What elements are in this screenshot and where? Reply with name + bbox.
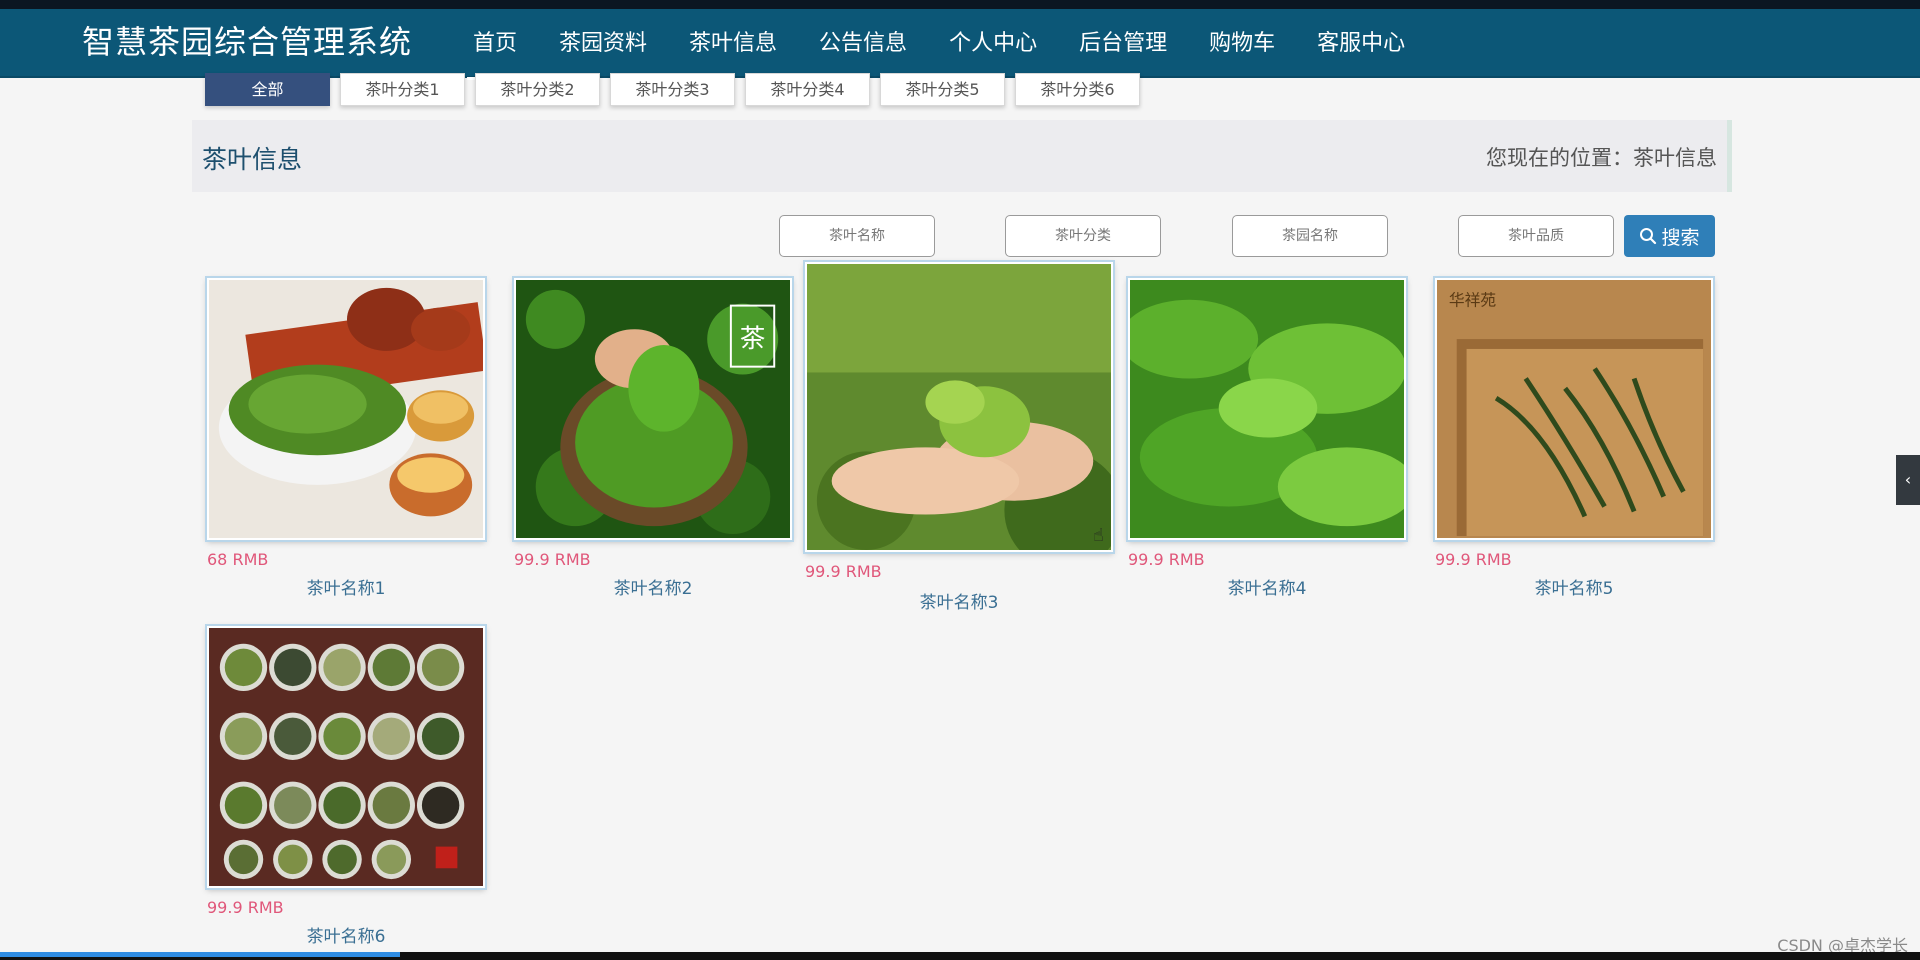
product-price: 99.9 RMB [805,562,882,581]
product-name[interactable]: 茶叶名称3 [805,588,1113,613]
product-name[interactable]: 茶叶名称4 [1128,574,1406,599]
product-price: 99.9 RMB [207,898,284,917]
top-strip [0,0,1920,9]
product-price: 68 RMB [207,550,269,569]
category-4-button[interactable]: 茶叶分类4 [745,73,870,106]
product-price: 99.9 RMB [1435,550,1512,569]
nav-customer-service[interactable]: 客服中心 [1296,9,1426,78]
nav-cart[interactable]: 购物车 [1188,9,1296,78]
product-card: 华祥苑 99.9 RMB 茶叶名称5 [1435,278,1715,599]
category-3-button[interactable]: 茶叶分类3 [610,73,735,106]
tea-garden-input[interactable] [1232,215,1388,257]
product-card: 99.9 RMB 茶叶名称4 [1128,278,1408,599]
category-all-button[interactable]: 全部 [205,73,330,106]
product-card: 68 RMB 茶叶名称1 [207,278,487,599]
nav-home[interactable]: 首页 [452,9,538,80]
product-name[interactable]: 茶叶名称6 [207,922,485,947]
product-price: 99.9 RMB [514,550,591,569]
tea-name-input[interactable] [779,215,935,257]
video-progress-bar[interactable] [0,952,400,957]
tea-category-input[interactable] [1005,215,1161,257]
nav-announcements[interactable]: 公告信息 [798,9,928,78]
search-button[interactable]: 搜索 [1624,215,1715,257]
product-image[interactable]: 茶 [514,278,792,540]
category-2-button[interactable]: 茶叶分类2 [475,73,600,106]
tea-quality-input[interactable] [1458,215,1614,257]
nav-admin[interactable]: 后台管理 [1058,9,1188,78]
product-image[interactable]: 华祥苑 [1435,278,1713,540]
category-1-button[interactable]: 茶叶分类1 [340,73,465,106]
search-icon [1640,228,1657,245]
tea-logo-badge: 茶 [740,324,766,354]
brand-title: 智慧茶园综合管理系统 [82,23,413,61]
category-6-button[interactable]: 茶叶分类6 [1015,73,1140,106]
product-name[interactable]: 茶叶名称5 [1435,574,1713,599]
product-image[interactable] [805,262,1113,552]
category-filter: 全部 茶叶分类1 茶叶分类2 茶叶分类3 茶叶分类4 茶叶分类5 茶叶分类6 [205,73,1140,106]
collapse-sidebar-button[interactable]: ‹ [1896,455,1920,505]
category-5-button[interactable]: 茶叶分类5 [880,73,1005,106]
breadcrumb: 您现在的位置：茶叶信息 [1486,146,1717,170]
product-name[interactable]: 茶叶名称2 [514,574,792,599]
product-price: 99.9 RMB [1128,550,1205,569]
search-button-label: 搜索 [1661,227,1700,249]
main-menu: 首页 茶园资料 茶叶信息 公告信息 个人中心 后台管理 购物车 客服中心 [452,9,1426,80]
product-image[interactable] [207,626,485,888]
hand-cursor-icon: ☝ [1093,525,1104,546]
product-card: 茶 99.9 RMB 茶叶名称2 [514,278,794,599]
product-card: 99.9 RMB 茶叶名称6 [207,626,487,947]
product-image[interactable] [207,278,485,540]
product-image[interactable] [1128,278,1406,540]
nav-personal-center[interactable]: 个人中心 [928,9,1058,78]
page-title: 茶叶信息 [202,145,303,174]
brand-logo-badge: 华祥苑 [1449,291,1497,310]
chevron-left-icon: ‹ [1904,470,1912,489]
product-card: 99.9 RMB 茶叶名称3 [805,262,1115,613]
nav-tea-garden[interactable]: 茶园资料 [538,9,668,78]
top-navbar: 智慧茶园综合管理系统 首页 茶园资料 茶叶信息 公告信息 个人中心 后台管理 购… [0,9,1920,80]
page-title-bar: 茶叶信息 您现在的位置：茶叶信息 [192,120,1732,192]
nav-tea-info[interactable]: 茶叶信息 [668,9,798,78]
product-name[interactable]: 茶叶名称1 [207,574,485,599]
